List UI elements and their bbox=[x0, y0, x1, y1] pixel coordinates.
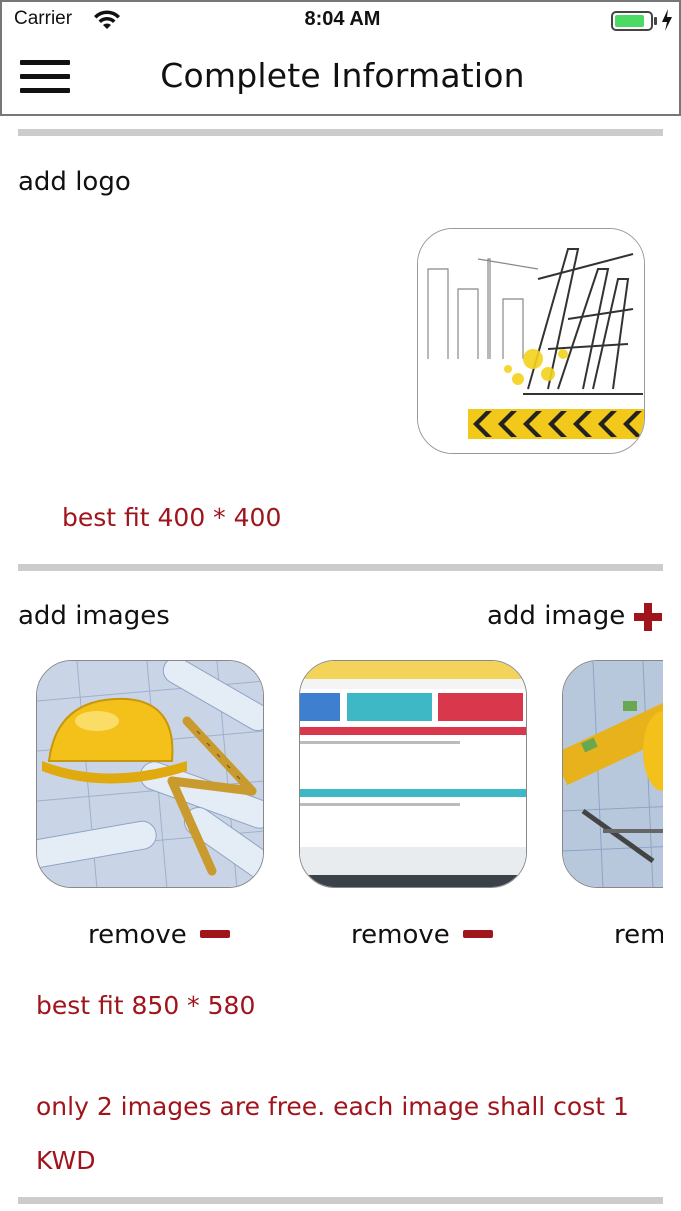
level-tools-image bbox=[563, 661, 663, 887]
logo-image[interactable] bbox=[417, 228, 645, 454]
minus-icon[interactable] bbox=[200, 930, 230, 938]
remove-label: remove bbox=[351, 920, 450, 950]
plus-icon[interactable] bbox=[632, 601, 664, 633]
charging-bolt-icon bbox=[662, 9, 672, 31]
battery-tip bbox=[654, 17, 657, 25]
battery-icon bbox=[611, 11, 653, 31]
gallery-image-1[interactable] bbox=[36, 660, 264, 888]
status-bar: Carrier 8:04 AM bbox=[0, 0, 681, 38]
clock: 8:04 AM bbox=[304, 8, 381, 30]
add-images-label: add images bbox=[18, 601, 170, 631]
gallery-image-2[interactable] bbox=[299, 660, 527, 888]
remove-image-button-1[interactable]: remove bbox=[88, 920, 187, 956]
add-image-button[interactable]: add image bbox=[487, 601, 625, 637]
add-image-label: add image bbox=[487, 601, 626, 631]
divider-top bbox=[18, 129, 663, 136]
image-gallery[interactable]: remove remove remove bbox=[0, 656, 663, 956]
hard-hat-blueprint-image bbox=[37, 661, 263, 887]
images-size-hint: best fit 850 * 580 bbox=[36, 991, 256, 1020]
add-logo-label: add logo bbox=[18, 167, 131, 197]
remove-image-button-2[interactable]: remove bbox=[351, 920, 450, 956]
battery-level bbox=[615, 15, 644, 27]
dashboard-screenshot-image bbox=[300, 661, 526, 887]
remove-label: remove bbox=[614, 920, 663, 950]
logo-size-hint: best fit 400 * 400 bbox=[62, 503, 282, 532]
remove-label: remove bbox=[88, 920, 187, 950]
divider-middle bbox=[18, 564, 663, 571]
gallery-image-3[interactable] bbox=[562, 660, 663, 888]
navigation-bar: Complete Information bbox=[0, 38, 681, 116]
construction-sketch-image bbox=[418, 229, 644, 453]
minus-icon[interactable] bbox=[463, 930, 493, 938]
page-title: Complete Information bbox=[160, 56, 525, 95]
divider-bottom bbox=[18, 1197, 663, 1204]
remove-image-button-3[interactable]: remove bbox=[614, 920, 663, 956]
images-cost-notice: only 2 images are free. each image shall… bbox=[36, 1092, 629, 1175]
